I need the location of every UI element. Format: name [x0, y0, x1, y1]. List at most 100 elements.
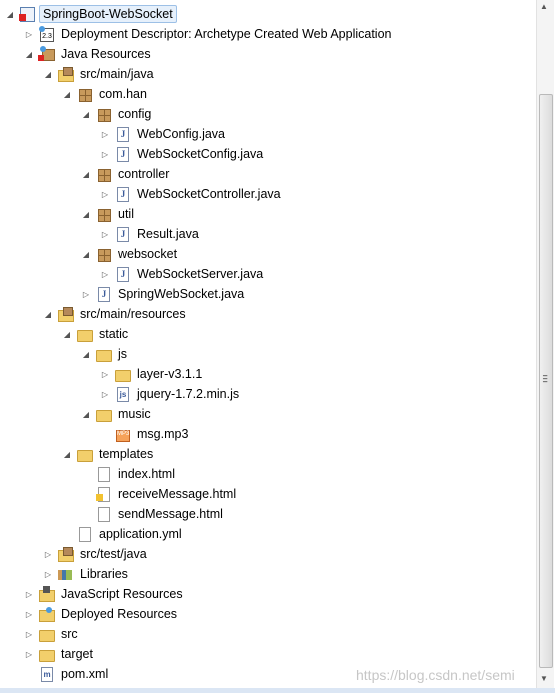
java-file-icon: J — [114, 226, 130, 242]
java-file-icon: J — [114, 146, 130, 162]
tree-item[interactable]: ◢ SpringBoot-WebSocket — [4, 4, 177, 24]
tree-item-label: Java Resources — [61, 47, 151, 61]
java-file-icon: J — [114, 126, 130, 142]
tree-item-label: msg.mp3 — [137, 427, 189, 441]
expanded-arrow-icon[interactable]: ◢ — [23, 48, 35, 60]
tree-item[interactable]: ◢ src/main/java — [42, 64, 157, 84]
folder-icon — [38, 626, 55, 642]
tree-item[interactable]: application.yml — [61, 524, 185, 544]
source-folder-icon — [57, 66, 74, 82]
scroll-down-arrow-icon[interactable]: ▼ — [540, 674, 548, 683]
tree-item[interactable]: index.html — [80, 464, 178, 484]
expanded-arrow-icon[interactable]: ◢ — [42, 68, 54, 80]
tree-item[interactable]: ◢ config — [80, 104, 154, 124]
tree-item[interactable]: ◢ src/main/resources — [42, 304, 189, 324]
collapsed-arrow-icon[interactable]: ▷ — [23, 28, 35, 40]
tree-item[interactable]: ◢ controller — [80, 164, 172, 184]
tree-item-label: SpringBoot-WebSocket — [39, 5, 177, 23]
expanded-arrow-icon[interactable]: ◢ — [42, 308, 54, 320]
tree-item-label: src — [61, 627, 78, 641]
scrollbar-thumb[interactable]: ━ ━ ━ — [539, 94, 553, 668]
tree-item-label: jquery-1.7.2.min.js — [137, 387, 240, 401]
tree-item[interactable]: sendMessage.html — [80, 504, 226, 524]
tree-item-label: index.html — [118, 467, 175, 481]
collapsed-arrow-icon[interactable]: ▷ — [99, 128, 111, 140]
panel-border — [0, 688, 555, 693]
collapsed-arrow-icon[interactable]: ▷ — [99, 228, 111, 240]
tree-item-label: util — [118, 207, 134, 221]
collapsed-arrow-icon[interactable]: ▷ — [99, 268, 111, 280]
tree-item[interactable]: ◢ music — [80, 404, 154, 424]
expanded-arrow-icon[interactable]: ◢ — [61, 88, 73, 100]
expanded-arrow-icon[interactable]: ◢ — [80, 168, 92, 180]
tree-item-label: sendMessage.html — [118, 507, 223, 521]
file-icon — [76, 526, 92, 542]
tree-item[interactable]: ▷ J WebSocketController.java — [99, 184, 284, 204]
tree-item[interactable]: ◢ com.han — [61, 84, 150, 104]
tree-item-label: src/test/java — [80, 547, 147, 561]
collapsed-arrow-icon[interactable]: ▷ — [99, 388, 111, 400]
tree-item[interactable]: ▷ src — [23, 624, 81, 644]
vertical-scrollbar[interactable]: ▲ ━ ━ ━ ▼ — [536, 0, 554, 688]
tree-item[interactable]: ▷ Libraries — [42, 564, 131, 584]
collapsed-arrow-icon[interactable]: ▷ — [99, 188, 111, 200]
tree-item[interactable]: ▷ J Result.java — [99, 224, 202, 244]
tree-item-label: Result.java — [137, 227, 199, 241]
tree-item[interactable]: MP3 msg.mp3 — [99, 424, 191, 444]
deployment-descriptor-icon: 2.3 — [38, 26, 54, 42]
collapsed-arrow-icon[interactable]: ▷ — [23, 588, 35, 600]
expanded-arrow-icon[interactable]: ◢ — [80, 408, 92, 420]
expanded-arrow-icon[interactable]: ◢ — [80, 108, 92, 120]
tree-item[interactable]: ◢ util — [80, 204, 137, 224]
tree-item-label: SpringWebSocket.java — [118, 287, 245, 301]
expanded-arrow-icon[interactable]: ◢ — [80, 348, 92, 360]
collapsed-arrow-icon[interactable]: ▷ — [80, 288, 92, 300]
tree-item[interactable]: ▷ JavaScript Resources — [23, 584, 186, 604]
collapsed-arrow-icon[interactable]: ▷ — [99, 368, 111, 380]
expanded-arrow-icon[interactable]: ◢ — [4, 8, 16, 20]
tree-item[interactable]: ◢ websocket — [80, 244, 180, 264]
tree-item[interactable]: ▷ J WebSocketServer.java — [99, 264, 266, 284]
tree-item[interactable]: ▷ target — [23, 644, 96, 664]
collapsed-arrow-icon[interactable]: ▷ — [23, 628, 35, 640]
folder-icon — [76, 446, 93, 462]
html-file-icon — [95, 506, 111, 522]
scroll-up-arrow-icon[interactable]: ▲ — [540, 2, 548, 11]
html-warning-file-icon — [95, 486, 111, 502]
collapsed-arrow-icon[interactable]: ▷ — [99, 148, 111, 160]
tree-item[interactable]: ◢ js — [80, 344, 130, 364]
tree-item[interactable]: ▷ J WebSocketConfig.java — [99, 144, 266, 164]
tree-item-label: Deployed Resources — [61, 607, 178, 621]
tree-item[interactable]: ▷ src/test/java — [42, 544, 150, 564]
source-folder-icon — [57, 306, 74, 322]
collapsed-arrow-icon[interactable]: ▷ — [23, 608, 35, 620]
tree-item[interactable]: m pom.xml — [23, 664, 111, 684]
package-icon — [76, 86, 92, 102]
tree-item[interactable]: ▷ js jquery-1.7.2.min.js — [99, 384, 242, 404]
js-file-icon: js — [114, 386, 130, 402]
tree-item[interactable]: ◢ Java Resources — [23, 44, 154, 64]
tree-item[interactable]: ▷ layer-v3.1.1 — [99, 364, 205, 384]
collapsed-arrow-icon[interactable]: ▷ — [23, 648, 35, 660]
tree-item[interactable]: ▷ J SpringWebSocket.java — [80, 284, 247, 304]
tree-item[interactable]: receiveMessage.html — [80, 484, 239, 504]
collapsed-arrow-icon[interactable]: ▷ — [42, 568, 54, 580]
java-resources-icon — [38, 46, 55, 62]
tree-item[interactable]: ▷ 2.3 Deployment Descriptor: Archetype Cre… — [23, 24, 395, 44]
tree-item-label: layer-v3.1.1 — [137, 367, 203, 381]
expanded-arrow-icon[interactable]: ◢ — [80, 208, 92, 220]
tree-item[interactable]: ▷ Deployed Resources — [23, 604, 180, 624]
collapsed-arrow-icon[interactable]: ▷ — [42, 548, 54, 560]
expanded-arrow-icon[interactable]: ◢ — [80, 248, 92, 260]
tree-item-label: WebSocketServer.java — [137, 267, 264, 281]
package-icon — [95, 206, 111, 222]
no-arrow — [80, 508, 92, 520]
javascript-resources-icon — [38, 586, 55, 602]
tree-item[interactable]: ◢ templates — [61, 444, 156, 464]
expanded-arrow-icon[interactable]: ◢ — [61, 328, 73, 340]
tree-item[interactable]: ◢ static — [61, 324, 131, 344]
tree-item[interactable]: ▷ J WebConfig.java — [99, 124, 228, 144]
java-file-icon: J — [114, 266, 130, 282]
tree-item-label: target — [61, 647, 93, 661]
expanded-arrow-icon[interactable]: ◢ — [61, 448, 73, 460]
